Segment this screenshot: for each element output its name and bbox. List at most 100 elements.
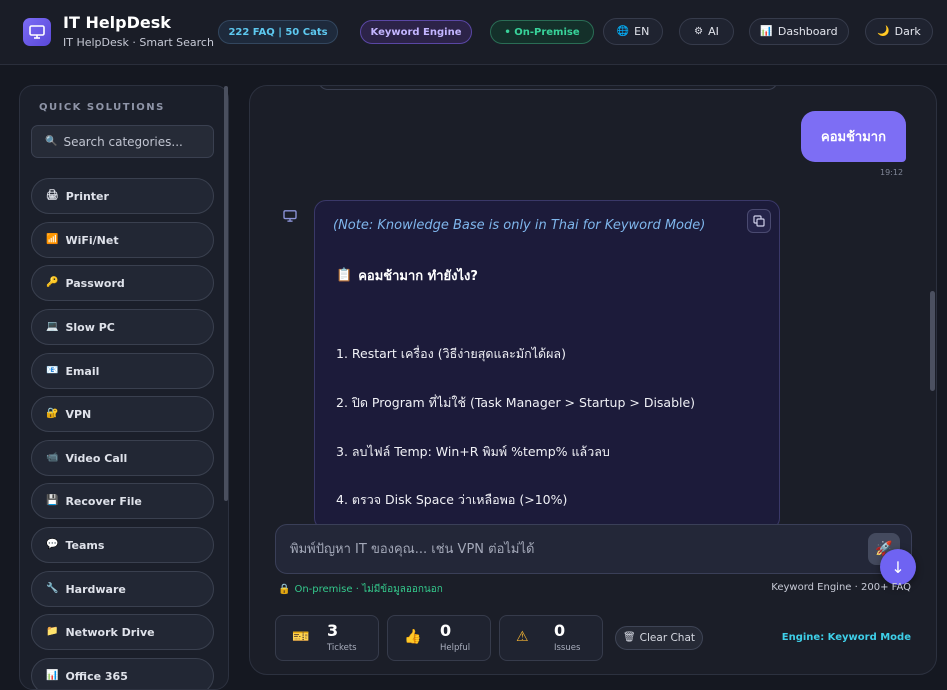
sidebar-title: QUICK SOLUTIONS [39, 102, 165, 113]
category-item-network-drive[interactable]: 📁 Network Drive [31, 614, 214, 650]
search-icon: 🔍 [45, 135, 58, 147]
app-header: IT HelpDesk IT HelpDesk · Smart Search 2… [0, 0, 947, 65]
category-item-office-365[interactable]: 📊 Office 365 [31, 658, 214, 689]
bot-heading: 📋 คอมช้ามาก ทำยังไง? [336, 265, 478, 286]
laptop-icon: 💻 [46, 321, 59, 332]
bot-step: 1. Restart เครื่อง (วิธีง่ายสุดและมักได้… [336, 346, 566, 361]
engine-mode-label: Engine: [781, 632, 825, 643]
warning-icon: ⚠ [516, 629, 529, 645]
clear-chat-button[interactable]: 🗑 Clear Chat [615, 626, 703, 650]
disk-icon: 💾 [46, 495, 59, 506]
chat-scrollbar[interactable] [930, 291, 935, 391]
category-item-vpn[interactable]: 🔐 VPN [31, 396, 214, 432]
chart-icon: 📊 [760, 25, 773, 37]
engine-note: Keyword Engine · 200+ FAQ [771, 582, 911, 593]
category-item-teams[interactable]: 💬 Teams [31, 527, 214, 563]
bot-note: (Note: Knowledge Base is only in Thai fo… [333, 218, 706, 233]
bot-message-bubble: (Note: Knowledge Base is only in Thai fo… [314, 200, 780, 530]
globe-icon: 🌐 [616, 25, 630, 37]
category-label: Email [65, 364, 100, 378]
chat-bubble-icon: 💬 [46, 539, 59, 550]
category-label: Office 365 [65, 669, 128, 683]
dashboard-button[interactable]: 📊 Dashboard [749, 18, 849, 45]
bot-heading-text: คอมช้ามาก ทำยังไง? [358, 269, 478, 284]
engine-mode-value: Keyword Mode [827, 632, 911, 643]
category-label: WiFi/Net [65, 233, 119, 247]
message-composer: 🚀 [275, 524, 912, 574]
gear-icon: ⚙ [694, 25, 704, 37]
thumbs-up-icon: 👍 [404, 629, 422, 645]
moon-icon: 🌙 [877, 25, 890, 37]
helpful-count: 0 [440, 621, 452, 640]
bot-step: 2. ปิด Program ที่ไม่ใช้ (Task Manager >… [336, 395, 696, 410]
category-item-printer[interactable]: 🖨 Printer [31, 178, 214, 214]
language-button[interactable]: 🌐 EN [603, 18, 663, 45]
category-label: Hardware [65, 582, 126, 596]
helpful-label: Helpful [440, 643, 471, 653]
engine-mode-status: Engine: Keyword Mode [782, 632, 911, 643]
faq-count-badge: 222 FAQ | 50 Cats [218, 20, 338, 44]
category-label: Video Call [65, 451, 128, 465]
on-premise-note: 🔒 On-premise · ไม่มีข้อมูลออกนอก [278, 582, 443, 597]
ticket-icon: 🎫 [292, 629, 310, 645]
message-input[interactable] [290, 539, 850, 559]
lock-icon: 🔐 [46, 408, 59, 419]
folder-icon: 📁 [46, 626, 59, 637]
tickets-label: Tickets [327, 643, 357, 653]
category-item-slow-pc[interactable]: 💻 Slow PC [31, 309, 214, 345]
ai-label: AI [708, 25, 719, 38]
on-premise-note-text: On-premise · ไม่มีข้อมูลออกนอก [294, 584, 443, 595]
issues-stat: ⚠ 0 Issues [499, 615, 603, 661]
copy-button[interactable] [747, 209, 771, 233]
category-label: Slow PC [65, 320, 115, 334]
dashboard-label: Dashboard [777, 25, 838, 38]
on-premise-badge: • On-Premise [490, 20, 594, 44]
bot-monitor-icon [280, 206, 300, 226]
category-label: Password [65, 276, 125, 290]
bot-step: 4. ตรวจ Disk Space ว่าเหลือพอ (>10%) [336, 492, 568, 507]
app-title: IT HelpDesk [63, 13, 171, 32]
category-search-placeholder: Search categories... [63, 134, 183, 149]
trash-icon: 🗑 [622, 632, 636, 643]
engine-badge: Keyword Engine [360, 20, 472, 44]
chat-panel: คอมช้ามาก 19:12 (Note: Knowledge Base is… [249, 85, 937, 675]
category-label: Teams [65, 538, 105, 552]
previous-message-edge [318, 86, 778, 90]
category-item-wifi[interactable]: 📶 WiFi/Net [31, 222, 214, 258]
scroll-down-button[interactable]: ↓ [880, 549, 916, 585]
issues-count: 0 [554, 621, 566, 640]
clipboard-icon: 📋 [336, 268, 353, 283]
category-label: Network Drive [65, 625, 155, 639]
wrench-icon: 🔧 [46, 583, 59, 594]
key-icon: 🔑 [46, 277, 59, 288]
category-item-password[interactable]: 🔑 Password [31, 265, 214, 301]
tickets-stat: 🎫 3 Tickets [275, 615, 379, 661]
category-item-video-call[interactable]: 📹 Video Call [31, 440, 214, 476]
user-message-bubble: คอมช้ามาก [801, 111, 906, 162]
issues-label: Issues [554, 643, 581, 653]
camera-icon: 📹 [46, 452, 59, 463]
bot-step: 3. ลบไฟล์ Temp: Win+R พิมพ์ %temp% แล้วล… [336, 444, 610, 459]
theme-label: Dark [894, 25, 921, 38]
app-subtitle: IT HelpDesk · Smart Search [63, 36, 214, 49]
ai-button[interactable]: ⚙ AI [679, 18, 734, 45]
theme-toggle-button[interactable]: 🌙 Dark [865, 18, 933, 45]
message-timestamp: 19:12 [880, 168, 904, 177]
clear-chat-label: Clear Chat [639, 632, 696, 644]
tickets-count: 3 [327, 621, 339, 640]
printer-icon: 🖨 [46, 190, 59, 201]
category-search-input[interactable]: 🔍 Search categories... [31, 125, 214, 158]
category-label: Recover File [65, 494, 142, 508]
category-item-email[interactable]: 📧 Email [31, 353, 214, 389]
copy-icon [753, 215, 765, 227]
category-label: VPN [65, 407, 92, 421]
category-item-hardware[interactable]: 🔧 Hardware [31, 571, 214, 607]
quick-solutions-sidebar: QUICK SOLUTIONS 🔍 Search categories... 🖨… [19, 85, 229, 690]
signal-icon: 📶 [46, 234, 59, 245]
lock-icon: 🔒 [278, 584, 291, 595]
office-icon: 📊 [46, 670, 59, 681]
monitor-logo-icon [23, 18, 51, 46]
sidebar-scrollbar[interactable] [224, 86, 228, 501]
category-item-recover-file[interactable]: 💾 Recover File [31, 483, 214, 519]
email-icon: 📧 [46, 365, 59, 376]
